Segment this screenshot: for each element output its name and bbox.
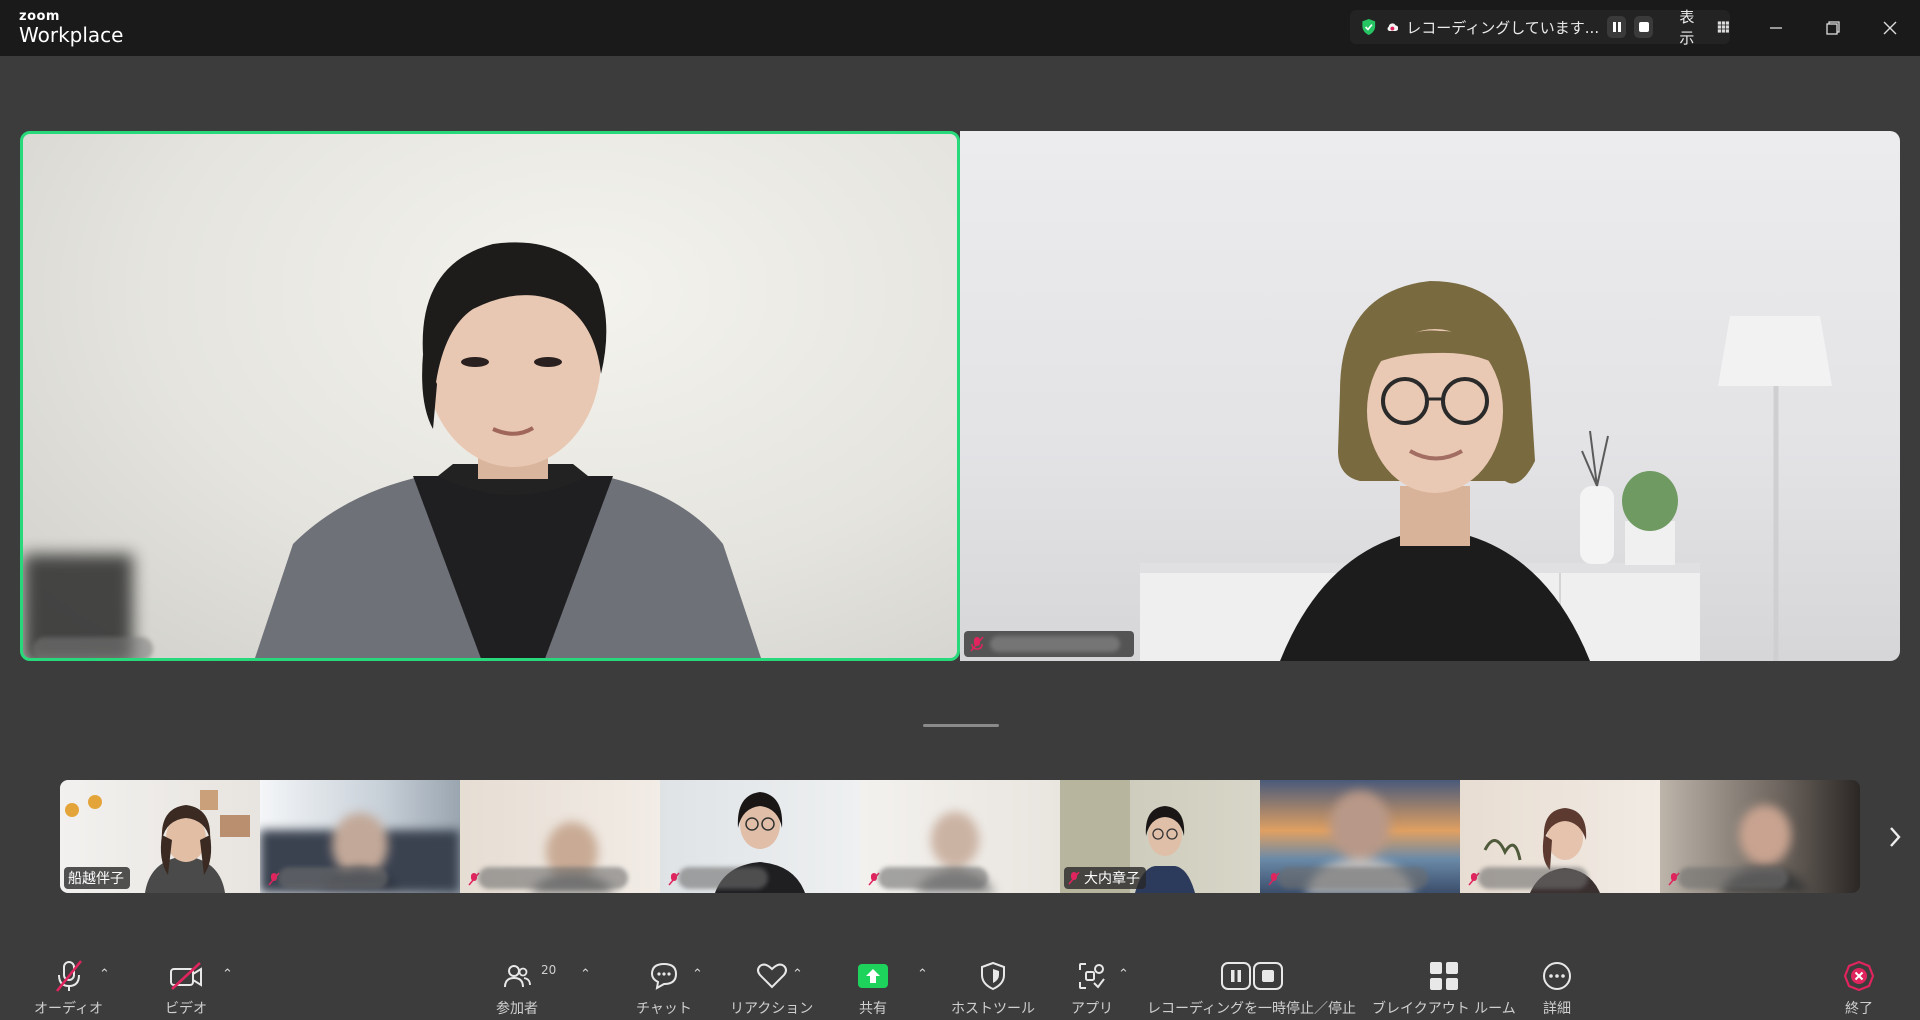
title-bar: zoom Workplace レコーディングしています... 表示 xyxy=(0,0,1920,56)
more-button[interactable]: 詳細 xyxy=(1542,958,1572,1018)
audio-options-caret[interactable]: ⌃ xyxy=(99,967,110,982)
close-window-button[interactable] xyxy=(1876,14,1904,42)
name-text-blurred xyxy=(278,867,388,889)
share-button[interactable]: 共有 xyxy=(857,958,889,1018)
name-text-blurred xyxy=(878,867,988,889)
chevron-right-icon xyxy=(1890,827,1901,847)
gallery-thumb[interactable] xyxy=(1260,780,1460,893)
participants-count: 20 xyxy=(541,963,557,977)
grid-icon[interactable] xyxy=(1717,19,1730,35)
restore-icon xyxy=(1826,21,1840,35)
name-text-blurred xyxy=(478,867,628,889)
audio-label: オーディオ xyxy=(34,1001,104,1017)
breakout-grid-icon xyxy=(1429,962,1458,990)
stop-icon xyxy=(1638,22,1649,32)
participant-name-label: 大内章子 xyxy=(1064,867,1146,889)
recording-label: レコーディングを一時停止／停止 xyxy=(1147,1001,1357,1017)
participant-name-label: 船越伴子 xyxy=(64,867,130,889)
video-options-caret[interactable]: ⌃ xyxy=(222,967,233,982)
gallery-next-button[interactable] xyxy=(1880,822,1910,852)
minimize-button[interactable] xyxy=(1762,14,1790,42)
participants-button[interactable]: 参加者 xyxy=(496,958,538,1018)
recording-pause-stop-button[interactable]: レコーディングを一時停止／停止 xyxy=(1147,958,1356,1018)
chat-label: チャット xyxy=(636,1001,692,1017)
participants-icon xyxy=(504,965,531,988)
heart-icon xyxy=(756,963,787,989)
gallery-thumb[interactable] xyxy=(1460,780,1660,893)
chat-button[interactable]: チャット xyxy=(636,958,692,1018)
main-video-stage xyxy=(0,56,1920,756)
close-icon xyxy=(1883,21,1897,35)
name-label-blurred xyxy=(33,637,153,658)
cloud-record-icon xyxy=(1387,23,1398,31)
breakout-rooms-button[interactable]: ブレイクアウト ルーム xyxy=(1372,958,1516,1018)
view-button[interactable]: 表示 xyxy=(1679,6,1703,48)
participant-name: 大内章子 xyxy=(1084,871,1140,887)
audio-button[interactable]: オーディオ xyxy=(34,958,103,1018)
participant-video-feed xyxy=(1140,281,1832,661)
more-label: 詳細 xyxy=(1543,1001,1571,1017)
zoom-logo: zoom Workplace xyxy=(19,10,123,45)
breakout-label: ブレイクアウト ルーム xyxy=(1372,1001,1516,1017)
shield-check-icon[interactable] xyxy=(1360,16,1378,38)
mic-muted-icon xyxy=(55,960,82,992)
active-speaker-video-tile[interactable] xyxy=(20,131,960,661)
meeting-toolbar: オーディオ ⌃ ビデオ ⌃ 参加者 20 ⌃ チャット ⌃ リアクション ⌃ 共… xyxy=(0,940,1920,1020)
brand-small: zoom xyxy=(19,9,60,24)
apps-label: アプリ xyxy=(1071,1001,1113,1017)
more-icon xyxy=(1543,962,1571,990)
gallery-strip: 船越伴子 大内章子 xyxy=(60,780,1860,893)
end-icon xyxy=(1843,960,1875,992)
reactions-label: リアクション xyxy=(730,1001,814,1017)
mic-muted-icon xyxy=(1068,871,1080,885)
name-text-blurred xyxy=(1278,867,1428,889)
gallery-thumb[interactable] xyxy=(460,780,660,893)
share-options-caret[interactable]: ⌃ xyxy=(917,967,928,982)
restore-button[interactable] xyxy=(1819,14,1847,42)
name-text-blurred xyxy=(1478,867,1588,889)
chat-icon xyxy=(650,962,677,990)
host-tools-label: ホストツール xyxy=(951,1001,1035,1017)
minimize-icon xyxy=(1770,27,1782,29)
host-shield-icon xyxy=(981,961,1005,991)
video-button[interactable]: ビデオ xyxy=(165,958,207,1018)
name-text-blurred xyxy=(678,867,768,889)
gallery-thumb[interactable] xyxy=(1660,780,1860,893)
video-off-icon xyxy=(170,962,202,990)
participants-options-caret[interactable]: ⌃ xyxy=(580,967,591,982)
brand-large: Workplace xyxy=(19,23,124,47)
participant-video-tile[interactable] xyxy=(960,131,1900,661)
apps-button[interactable]: アプリ xyxy=(1071,958,1113,1018)
host-tools-button[interactable]: ホストツール xyxy=(951,958,1035,1018)
participants-label: 参加者 xyxy=(496,1001,538,1017)
gallery-thumb[interactable]: 大内章子 xyxy=(1060,780,1260,893)
gallery-thumb[interactable] xyxy=(260,780,460,893)
gallery-resize-handle[interactable] xyxy=(923,724,999,727)
recording-status-text: レコーディングしています... xyxy=(1406,18,1600,37)
pause-icon xyxy=(1612,22,1621,32)
share-arrow-icon xyxy=(858,964,888,988)
pause-recording-button[interactable] xyxy=(1607,16,1627,38)
end-label: 終了 xyxy=(1845,1001,1873,1017)
end-meeting-button[interactable]: 終了 xyxy=(1843,958,1875,1018)
chat-options-caret[interactable]: ⌃ xyxy=(692,967,703,982)
name-text-blurred xyxy=(990,636,1120,652)
name-text-blurred xyxy=(1678,867,1788,889)
stop-recording-button[interactable] xyxy=(1634,16,1654,38)
gallery-thumb[interactable] xyxy=(860,780,1060,893)
participant-name: 船越伴子 xyxy=(68,871,124,887)
recording-status-bar: レコーディングしています... 表示 xyxy=(1350,8,1730,47)
gallery-thumb[interactable] xyxy=(660,780,860,893)
gallery-thumb[interactable]: 船越伴子 xyxy=(60,780,260,893)
participant-name-label xyxy=(964,631,1134,657)
participant-video-feed xyxy=(255,242,761,658)
reactions-options-caret[interactable]: ⌃ xyxy=(792,967,803,982)
apps-icon xyxy=(1079,963,1105,989)
mic-muted-icon xyxy=(970,636,984,652)
record-pause-stop-icon xyxy=(1220,962,1283,990)
share-label: 共有 xyxy=(859,1001,887,1017)
apps-options-caret[interactable]: ⌃ xyxy=(1118,967,1129,982)
video-label: ビデオ xyxy=(165,1001,207,1017)
